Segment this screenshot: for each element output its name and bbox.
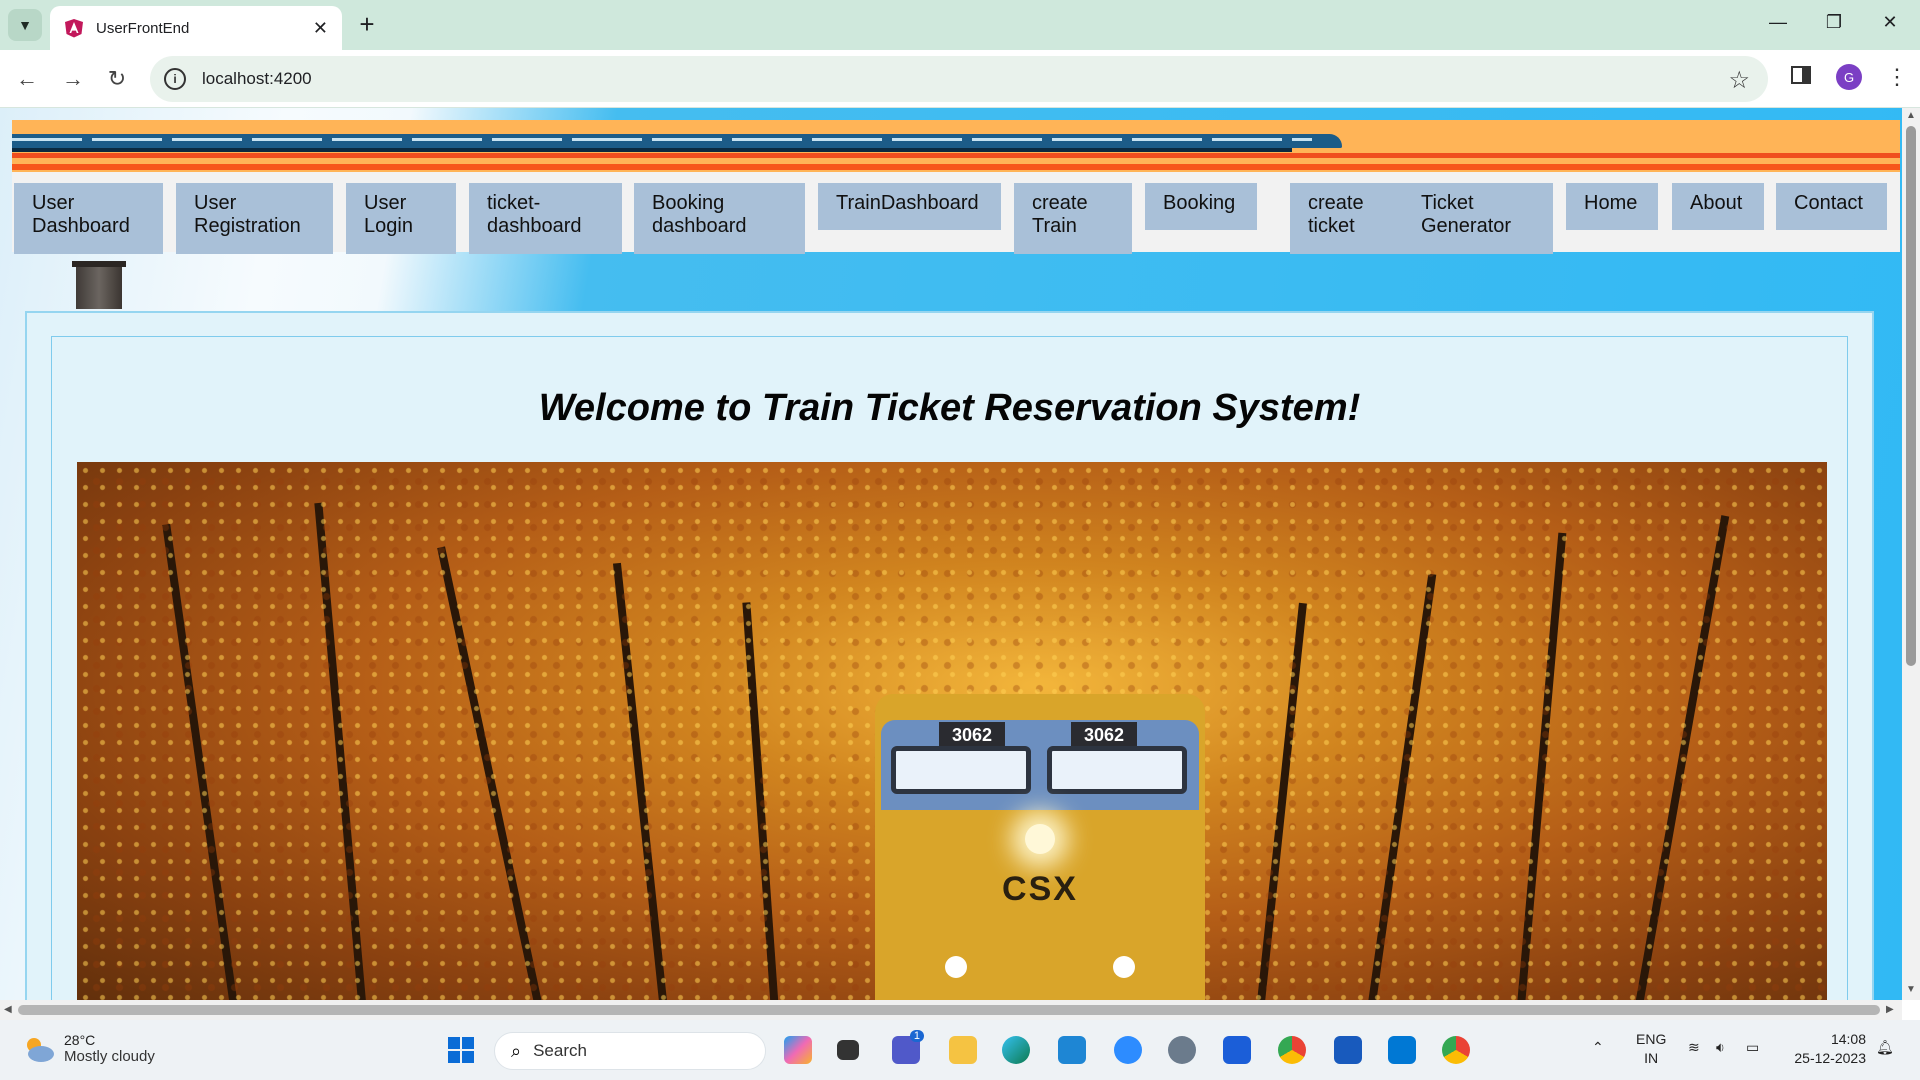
nav-user-registration[interactable]: User Registration (176, 183, 333, 254)
taskbar-search[interactable]: ⌕ Search (494, 1032, 766, 1070)
locomotive-logo: CSX (1002, 870, 1078, 908)
scroll-left-icon[interactable]: ◀ (4, 1004, 12, 1015)
nav-user-dashboard[interactable]: User Dashboard (14, 183, 163, 254)
zoom-icon[interactable] (1110, 1032, 1146, 1068)
cloudy-weather-icon (27, 1037, 54, 1062)
microsoft-store-icon[interactable] (1219, 1032, 1255, 1068)
browser-toolbar: ← → ↻ i localhost:4200 ☆ G ⋮ (0, 50, 1920, 108)
menu-kebab-icon[interactable]: ⋮ (1886, 64, 1908, 90)
angular-icon (65, 19, 83, 38)
reload-icon[interactable]: ↻ (102, 64, 132, 94)
scroll-right-icon[interactable]: ▶ (1886, 1004, 1894, 1015)
restore-icon[interactable]: ❐ (1814, 12, 1854, 33)
main-navbar: User Dashboard User Registration User Lo… (12, 172, 1900, 254)
url-text[interactable]: localhost:4200 (202, 69, 312, 89)
weather-condition: Mostly cloudy (64, 1048, 155, 1065)
clock[interactable]: 14:08 25-12-2023 (1786, 1030, 1866, 1068)
nav-user-login[interactable]: User Login (346, 183, 456, 254)
page-viewport: User Dashboard User Registration User Lo… (0, 108, 1902, 1000)
vertical-scrollbar[interactable]: ▲ ▼ (1902, 108, 1920, 1000)
tab-strip: ▼ UserFrontEnd ✕ + — ❐ ✕ (0, 0, 1920, 50)
chrome-profile-icon[interactable] (1438, 1032, 1474, 1068)
weather-widget[interactable]: 28°C Mostly cloudy (22, 1032, 155, 1065)
notification-bell-icon[interactable]: 🔔︎ (1876, 1038, 1894, 1057)
windows-start-icon[interactable] (443, 1032, 479, 1068)
chrome-icon[interactable] (1274, 1032, 1310, 1068)
volume-icon[interactable]: 🔉︎ (1716, 1038, 1725, 1057)
nav-about[interactable]: About (1672, 183, 1764, 230)
windows-taskbar: 28°C Mostly cloudy ⌕ Search 1 ⌃ ENG IN ≋… (0, 1020, 1920, 1080)
locomotive-number-right: 3062 (1071, 722, 1137, 748)
tab-title: UserFrontEnd (96, 19, 190, 37)
locomotive-number-left: 3062 (939, 722, 1005, 748)
clock-date: 25-12-2023 (1794, 1050, 1866, 1066)
chevron-down-icon: ▼ (18, 17, 32, 33)
window-close-icon[interactable]: ✕ (1870, 12, 1910, 33)
nav-home[interactable]: Home (1566, 183, 1658, 230)
background-lamp-post (72, 261, 126, 309)
welcome-heading: Welcome to Train Ticket Reservation Syst… (538, 387, 1361, 429)
locomotive: 3062 3062 CSX (875, 694, 1205, 1000)
close-icon[interactable]: ✕ (313, 18, 328, 39)
address-bar[interactable]: i localhost:4200 ☆ (150, 56, 1768, 102)
nav-create-train[interactable]: create Train (1014, 183, 1132, 254)
horizontal-scroll-thumb[interactable] (18, 1005, 1880, 1015)
minimize-icon[interactable]: — (1758, 12, 1798, 33)
weather-temp: 28°C (64, 1032, 96, 1048)
myhp-icon[interactable] (1054, 1032, 1090, 1068)
new-tab-button[interactable]: + (352, 10, 382, 38)
nav-booking-dashboard[interactable]: Booking dashboard (634, 183, 805, 254)
nav-contact[interactable]: Contact (1776, 183, 1887, 230)
language-indicator[interactable]: ENG IN (1636, 1030, 1666, 1068)
banner-train-graphic (12, 134, 1342, 148)
battery-icon[interactable]: ▭ (1746, 1038, 1759, 1057)
browser-tab[interactable]: UserFrontEnd ✕ (50, 6, 342, 50)
profile-avatar[interactable]: G (1836, 64, 1862, 90)
bookmark-star-icon[interactable]: ☆ (1728, 66, 1750, 95)
nav-booking[interactable]: Booking (1145, 183, 1257, 230)
clock-time: 14:08 (1830, 1031, 1866, 1047)
settings-gear-icon[interactable] (1164, 1032, 1200, 1068)
search-label: Search (533, 1041, 587, 1060)
welcome-card: Welcome to Train Ticket Reservation Syst… (25, 311, 1874, 1000)
scroll-up-icon[interactable]: ▲ (1906, 110, 1916, 121)
teams-icon[interactable]: 1 (888, 1030, 924, 1068)
task-view-icon[interactable] (830, 1032, 866, 1068)
search-icon: ⌕ (511, 1040, 522, 1061)
train-banner (12, 120, 1900, 172)
scroll-down-icon[interactable]: ▼ (1906, 984, 1916, 995)
welcome-card-inner: Welcome to Train Ticket Reservation Syst… (51, 336, 1848, 1000)
teams-badge: 1 (909, 1030, 924, 1042)
wifi-icon[interactable]: ≋ (1688, 1038, 1700, 1057)
train-hero-image: 3062 3062 CSX (77, 462, 1827, 1000)
vscode-icon[interactable] (1384, 1032, 1420, 1068)
nav-ticket-dashboard[interactable]: ticket- dashboard (469, 183, 622, 254)
nav-train-dashboard[interactable]: TrainDashboard (818, 183, 1001, 230)
site-info-icon[interactable]: i (164, 68, 186, 90)
vertical-scroll-thumb[interactable] (1906, 126, 1916, 666)
headlight (1025, 824, 1055, 854)
forward-arrow-icon[interactable]: → (58, 64, 88, 94)
chevron-up-icon[interactable]: ⌃ (1592, 1038, 1604, 1057)
file-explorer-icon[interactable] (945, 1032, 981, 1068)
edge-icon[interactable] (998, 1032, 1034, 1068)
nav-ticket-generator[interactable]: Ticket Generator (1403, 183, 1553, 254)
copilot-icon[interactable] (780, 1032, 816, 1068)
word-icon[interactable] (1330, 1032, 1366, 1068)
tab-search-button[interactable]: ▼ (8, 9, 42, 41)
back-arrow-icon[interactable]: ← (12, 64, 42, 94)
nav-create-ticket[interactable]: create ticket (1290, 183, 1403, 254)
horizontal-scrollbar[interactable]: ◀ ▶ (0, 1000, 1902, 1020)
side-panel-icon[interactable] (1790, 64, 1812, 91)
